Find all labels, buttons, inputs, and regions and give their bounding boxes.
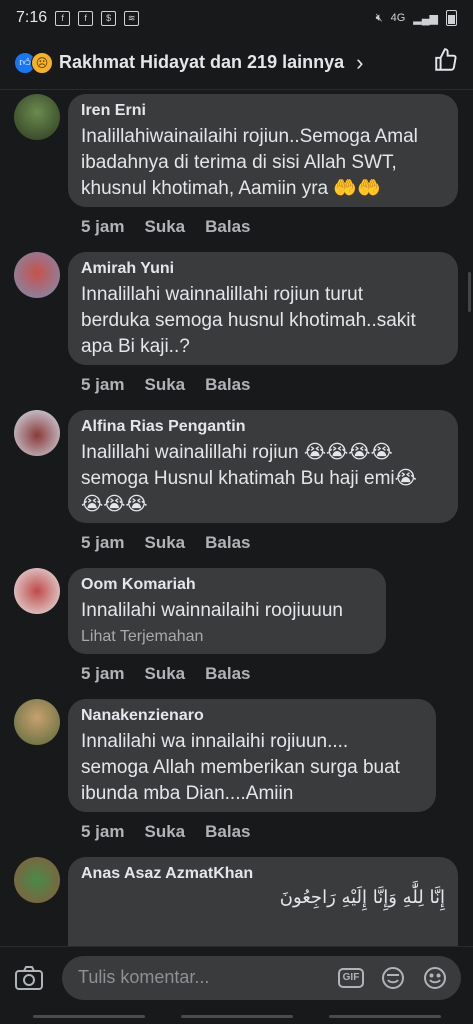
like-button-icon[interactable] <box>433 47 459 79</box>
comment-input[interactable] <box>76 966 323 989</box>
comment-text: Innalilahi wainnailaihi roojiuuun <box>81 600 343 621</box>
network-label: 4G <box>390 12 406 24</box>
comment-actions: 5 jam Suka Balas <box>81 533 251 553</box>
facebook-notification-icon: f <box>55 10 71 26</box>
reactions-header[interactable]: 👍︎ ☹ Rakhmat Hidayat dan 219 lainnya › <box>0 36 473 90</box>
comment-bubble[interactable]: Alfina Rias Pengantin Inalillahi wainali… <box>68 410 458 523</box>
avatar[interactable] <box>14 94 60 140</box>
comment-text: Innalilahi wa innailaihi rojiuun.... sem… <box>81 731 400 804</box>
nav-back-handle[interactable] <box>32 1014 145 1018</box>
reply-link[interactable]: Balas <box>205 217 250 237</box>
comment-author[interactable]: Alfina Rias Pengantin <box>81 418 445 436</box>
avatar[interactable] <box>14 568 60 614</box>
avatar[interactable] <box>14 410 60 456</box>
comment-text: Innalillahi wainnalillahi rojiun turut b… <box>81 284 416 357</box>
comment-input-box[interactable]: GIF <box>62 955 461 1000</box>
comment-text: Inalillahi wainalillahi rojiun 😭😭😭😭 semo… <box>81 442 417 515</box>
comment-composer: GIF <box>0 946 473 1008</box>
reply-link[interactable]: Balas <box>205 375 250 395</box>
scrollbar[interactable] <box>468 272 471 312</box>
comment-actions: 5 jam Suka Balas <box>81 664 251 684</box>
comment-time: 5 jam <box>81 822 125 841</box>
avatar[interactable] <box>14 857 60 903</box>
comment-time: 5 jam <box>81 375 125 394</box>
reply-link[interactable]: Balas <box>205 822 250 842</box>
comment-text: Inalillahiwainailaihi rojiun..Semoga Ama… <box>81 126 418 199</box>
comment-actions: 5 jam Suka Balas <box>81 822 251 842</box>
see-translation-link[interactable]: Lihat Terjemahan <box>81 628 373 646</box>
camera-icon[interactable] <box>12 965 46 991</box>
comment-author[interactable]: Oom Komariah <box>81 576 373 594</box>
nav-home-handle[interactable] <box>180 1014 293 1018</box>
comment-time: 5 jam <box>81 533 125 552</box>
reply-link[interactable]: Balas <box>205 533 250 553</box>
status-time: 7:16 <box>16 9 48 26</box>
mute-icon: 🔇︎ <box>375 11 383 24</box>
like-link[interactable]: Suka <box>144 664 185 684</box>
comment-actions: 5 jam Suka Balas <box>81 217 251 237</box>
sad-reaction-icon: ☹ <box>31 51 53 74</box>
comment-author[interactable]: Iren Erni <box>81 102 445 120</box>
comment-bubble[interactable]: Amirah Yuni Innalillahi wainnalillahi ro… <box>68 252 458 365</box>
like-link[interactable]: Suka <box>144 822 185 842</box>
comment-bubble[interactable]: Oom Komariah Innalilahi wainnailaihi roo… <box>68 568 386 654</box>
avatar[interactable] <box>14 699 60 745</box>
reply-link[interactable]: Balas <box>205 664 250 684</box>
like-link[interactable]: Suka <box>144 217 185 237</box>
comment-time: 5 jam <box>81 217 125 236</box>
comment-author[interactable]: Anas Asaz AzmatKhan <box>81 865 445 883</box>
gif-icon[interactable]: GIF <box>337 964 365 992</box>
reaction-icons: 👍︎ ☹ <box>14 51 53 74</box>
signal-icon: ▂▄▆ <box>413 12 438 25</box>
like-link[interactable]: Suka <box>144 533 185 553</box>
emoji-icon[interactable] <box>421 964 449 992</box>
wifi-notification-icon: ≋ <box>124 10 140 26</box>
nav-recents-handle[interactable] <box>328 1014 441 1018</box>
status-bar: 7:16 f f $ ≋ 🔇︎ 4G ▂▄▆ <box>0 0 473 36</box>
facebook-notification-icon: f <box>78 10 94 26</box>
battery-icon <box>446 10 457 26</box>
comment-author[interactable]: Amirah Yuni <box>81 260 445 278</box>
comment-bubble[interactable]: Anas Asaz AzmatKhan إِنَّا لِلَّٰهِ وَإِ… <box>68 857 458 946</box>
like-link[interactable]: Suka <box>144 375 185 395</box>
sticker-icon[interactable] <box>379 964 407 992</box>
reactions-summary[interactable]: Rakhmat Hidayat dan 219 lainnya <box>59 52 344 73</box>
comment-bubble[interactable]: Nanakenzienaro Innalilahi wa innailaihi … <box>68 699 436 812</box>
comment-time: 5 jam <box>81 664 125 683</box>
comment-list[interactable]: Iren Erni Inalillahiwainailaihi rojiun..… <box>0 90 473 946</box>
avatar[interactable] <box>14 252 60 298</box>
comment-actions: 5 jam Suka Balas <box>81 375 251 395</box>
shop-notification-icon: $ <box>101 10 117 26</box>
comment-text: إِنَّا لِلَّٰهِ وَإِنَّا إِلَيْهِ رَاجِع… <box>279 887 445 908</box>
comment-bubble[interactable]: Iren Erni Inalillahiwainailaihi rojiun..… <box>68 94 458 207</box>
comment-author[interactable]: Nanakenzienaro <box>81 707 423 725</box>
system-nav-bar <box>0 1008 473 1024</box>
chevron-right-icon[interactable]: › <box>356 50 363 76</box>
